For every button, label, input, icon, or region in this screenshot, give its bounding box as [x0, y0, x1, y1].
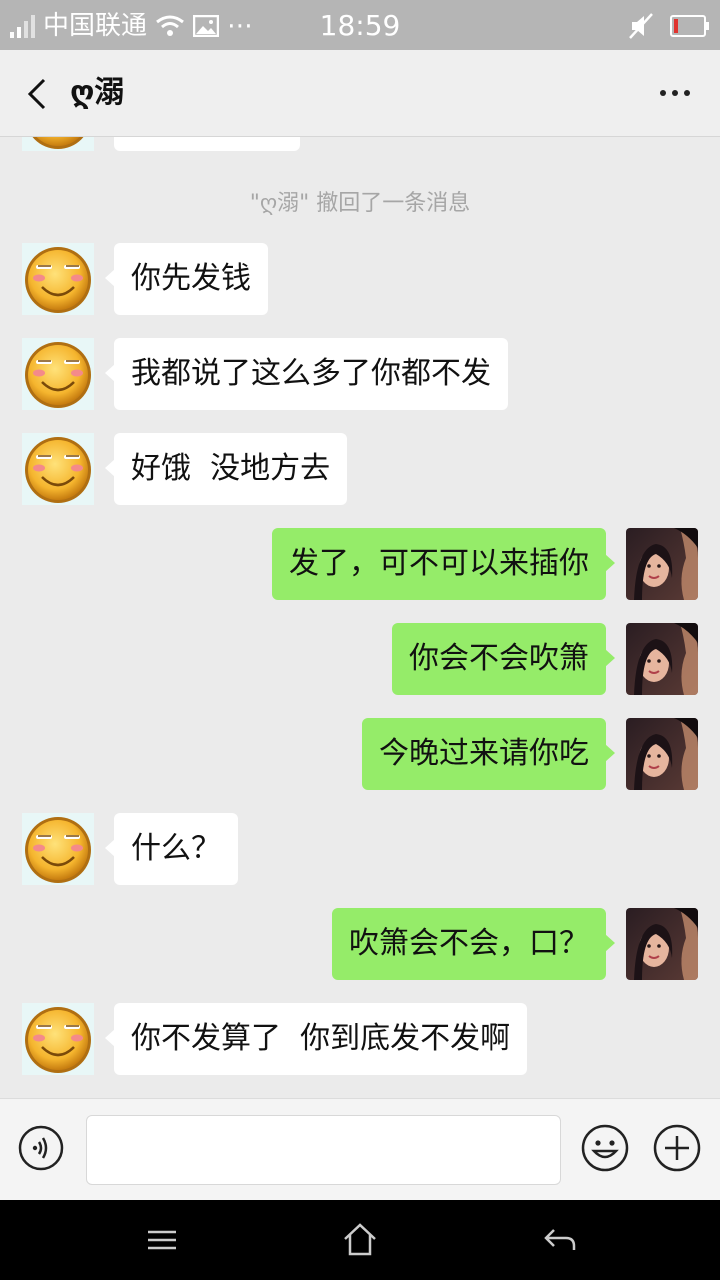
- message-input[interactable]: [86, 1115, 561, 1185]
- battery-icon: [670, 15, 709, 37]
- message-bubble[interactable]: 今晚过来请你吃: [362, 718, 615, 790]
- plus-icon[interactable]: [652, 1123, 702, 1173]
- message-bubble[interactable]: 你会不会吹箫: [392, 623, 615, 695]
- input-bar: [0, 1098, 720, 1201]
- back-arrow-icon[interactable]: [20, 74, 60, 114]
- user-avatar[interactable]: [626, 623, 698, 695]
- status-bar: 中国联通 ⋯ 18:59: [0, 0, 720, 50]
- user-avatar[interactable]: [626, 908, 698, 980]
- menu-icon[interactable]: [142, 1220, 182, 1260]
- home-icon[interactable]: [340, 1220, 380, 1260]
- user-avatar[interactable]: [626, 718, 698, 790]
- message-bubble[interactable]: 吹箫会不会，口？: [332, 908, 615, 980]
- system-nav-bar: [0, 1200, 720, 1280]
- message-bubble[interactable]: 你先发钱: [105, 243, 268, 315]
- contact-avatar[interactable]: [22, 338, 94, 410]
- voice-input-icon[interactable]: [18, 1125, 64, 1171]
- message-bubble[interactable]: [114, 137, 300, 151]
- more-options-icon[interactable]: [660, 90, 690, 96]
- message-bubble[interactable]: 你不发算了 你到底发不发啊: [104, 1003, 528, 1075]
- message-bubble[interactable]: 发了，可不可以来插你: [272, 528, 615, 600]
- contact-avatar[interactable]: [22, 243, 94, 315]
- clock: 18:59: [319, 9, 401, 42]
- message-bubble[interactable]: 好饿 没地方去: [104, 433, 348, 505]
- chat-title: ღ溺: [70, 75, 125, 110]
- contact-avatar[interactable]: [22, 813, 94, 885]
- mute-icon: [629, 13, 653, 39]
- contact-avatar[interactable]: [22, 137, 94, 151]
- chat-header: ღ溺: [0, 50, 720, 137]
- contact-avatar[interactable]: [22, 433, 94, 505]
- back-nav-icon[interactable]: [540, 1220, 580, 1260]
- message-bubble[interactable]: 我都说了这么多了你都不发: [105, 338, 508, 410]
- user-avatar[interactable]: [626, 528, 698, 600]
- recall-notice: "ღ溺" 撤回了一条消息: [249, 191, 471, 216]
- contact-avatar[interactable]: [22, 1003, 94, 1075]
- message-bubble[interactable]: 什么？: [105, 813, 238, 885]
- message-list[interactable]: "ღ溺" 撤回了一条消息 你先发钱 我都说了这么多了你都不发 好饿 没地方去 发…: [0, 137, 720, 1098]
- emoji-icon[interactable]: [580, 1123, 630, 1173]
